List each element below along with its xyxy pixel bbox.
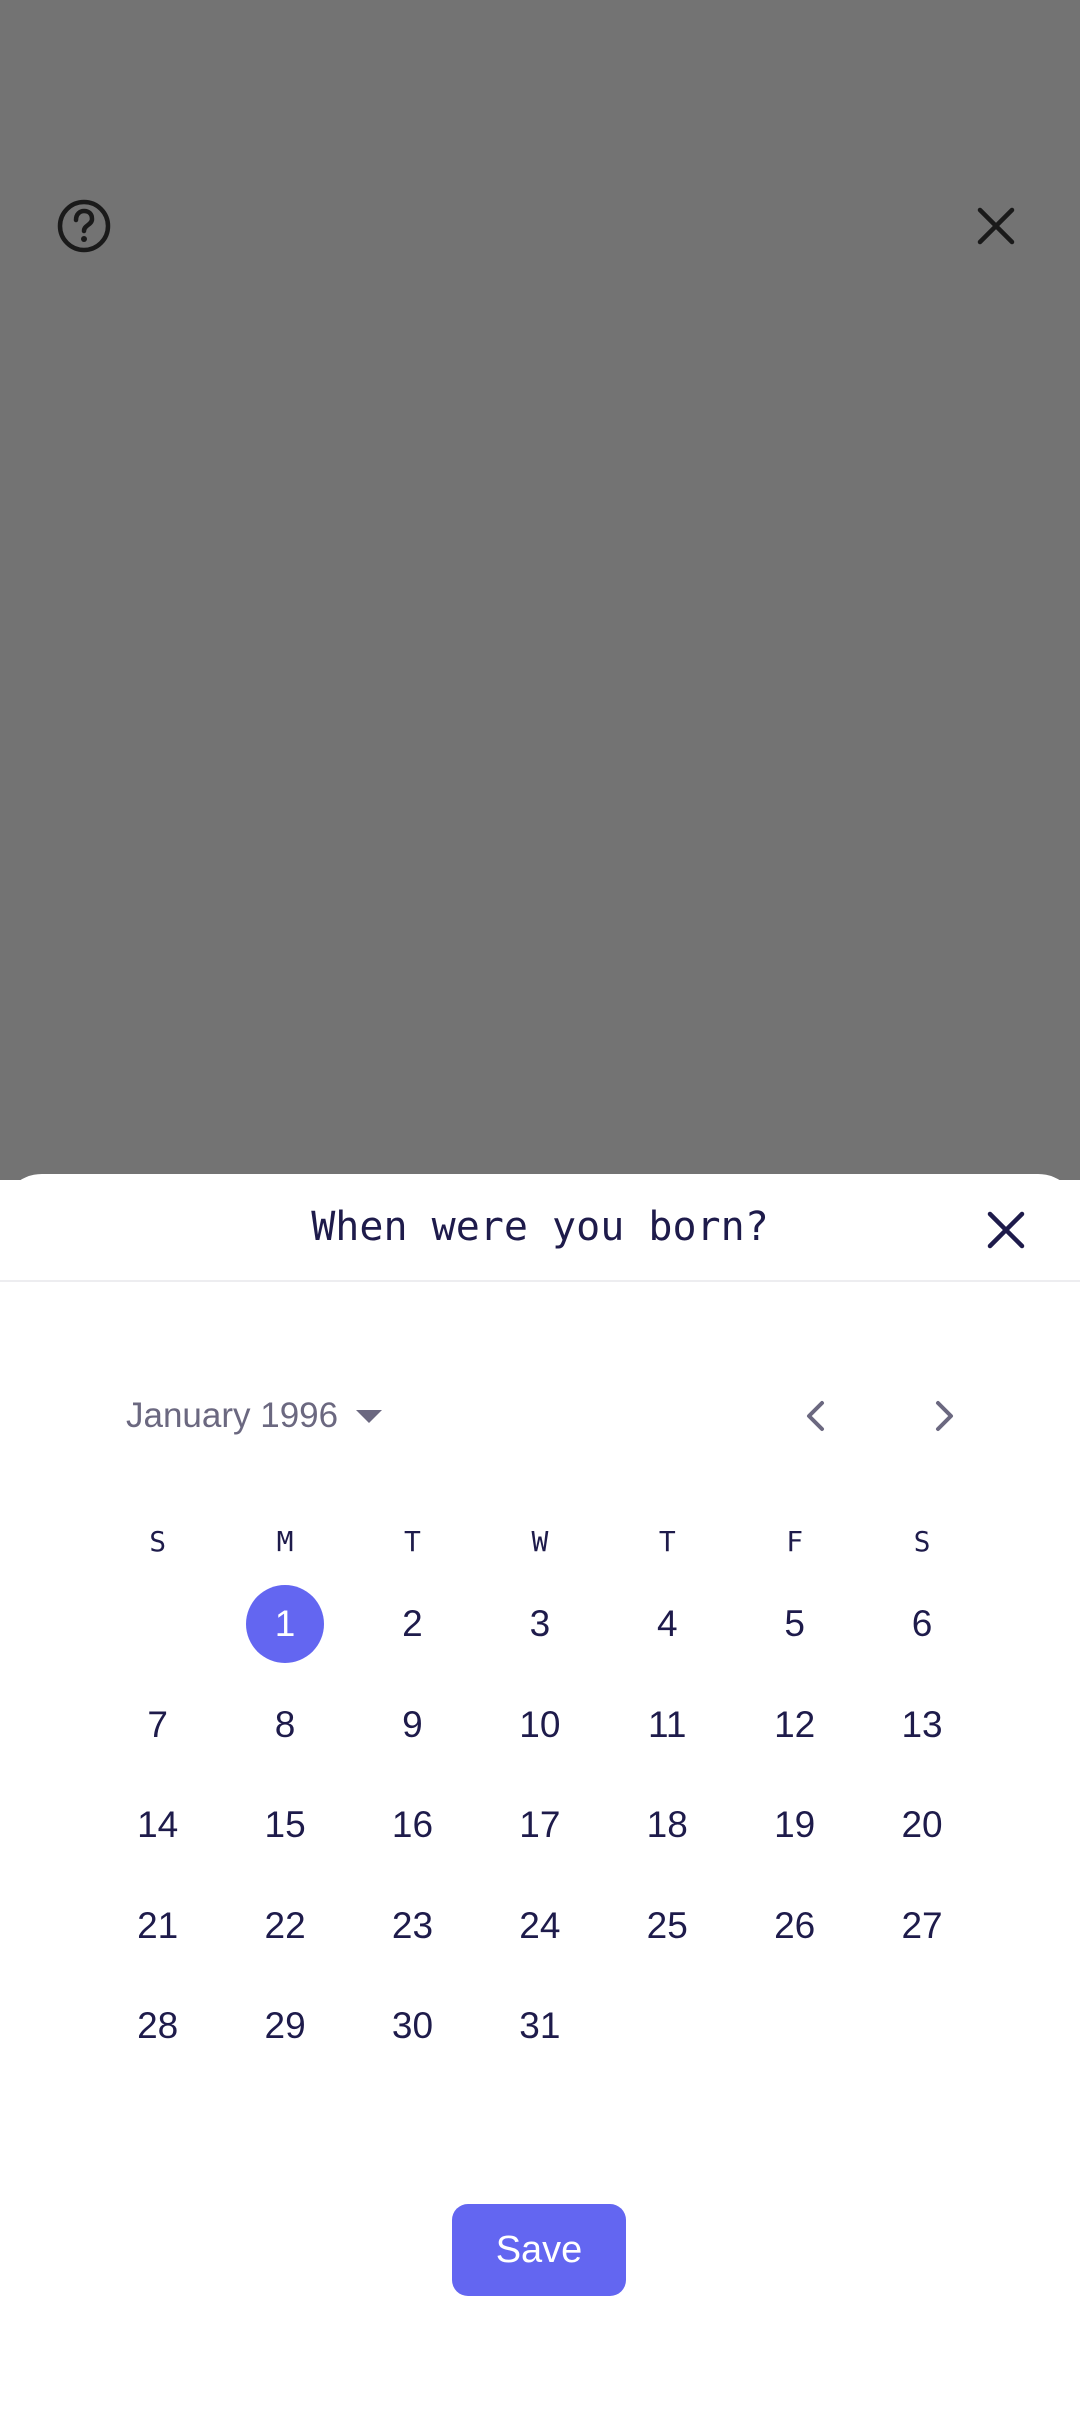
day-cell[interactable]: 22	[221, 1876, 348, 1977]
day-number: 9	[402, 1703, 423, 1745]
day-number: 5	[784, 1603, 805, 1645]
day-cell[interactable]: 26	[731, 1876, 858, 1977]
day-number: 29	[264, 2005, 306, 2047]
day-number: 13	[901, 1703, 943, 1745]
day-cell[interactable]: 9	[349, 1675, 476, 1776]
modal-backdrop[interactable]	[0, 0, 1080, 1180]
calendar-grid: S M T W T F S 1 2 3 4 5 6 7 8 9 10 11 12 13 14 15 16 17 18 19 20 21…	[94, 1508, 984, 2077]
day-cell[interactable]: 13	[858, 1675, 985, 1776]
day-number: 19	[774, 1804, 816, 1846]
weekday-header: T	[658, 1524, 676, 1558]
weekday-header: M	[276, 1524, 294, 1558]
day-number: 31	[519, 2005, 561, 2047]
day-number: 25	[646, 1904, 688, 1946]
day-number: 14	[137, 1804, 179, 1846]
month-year-label: January 1996	[126, 1396, 339, 1435]
day-cell[interactable]: 25	[604, 1876, 731, 1977]
day-number: 26	[774, 1904, 816, 1946]
day-cell[interactable]: 30	[349, 1976, 476, 2077]
weekday-header: F	[786, 1524, 804, 1558]
day-cell[interactable]: 12	[731, 1675, 858, 1776]
day-cell[interactable]: 21	[94, 1876, 221, 1977]
day-cell[interactable]: 23	[349, 1876, 476, 1977]
day-number: 24	[519, 1904, 561, 1946]
day-cell[interactable]: 15	[221, 1775, 348, 1876]
day-number: 16	[391, 1804, 434, 1846]
day-cell[interactable]: 28	[94, 1976, 221, 2077]
weekday-header: S	[913, 1524, 931, 1558]
day-number: 22	[264, 1904, 306, 1946]
weekday-header: W	[531, 1524, 549, 1558]
day-cell[interactable]: 8	[221, 1675, 348, 1776]
day-number: 10	[519, 1703, 561, 1745]
day-number: 21	[137, 1904, 179, 1946]
day-number: 4	[656, 1603, 678, 1645]
day-number: 15	[264, 1804, 306, 1846]
day-cell[interactable]: 19	[731, 1775, 858, 1876]
month-year-dropdown[interactable]: January 1996	[126, 1386, 383, 1446]
day-number: 17	[519, 1804, 561, 1846]
day-cell[interactable]: 5	[731, 1574, 858, 1675]
day-number: 27	[901, 1904, 943, 1946]
day-cell[interactable]: 14	[94, 1775, 221, 1876]
day-number: 3	[529, 1603, 551, 1645]
month-navigation: January 1996	[0, 1386, 1080, 1446]
help-icon[interactable]	[52, 194, 116, 258]
day-cell[interactable]: 3	[476, 1574, 603, 1675]
day-cell[interactable]: 17	[476, 1775, 603, 1876]
day-number: 18	[646, 1804, 688, 1846]
day-cell[interactable]: 4	[604, 1574, 731, 1675]
day-number: 11	[648, 1703, 687, 1745]
day-cell[interactable]: 18	[604, 1775, 731, 1876]
day-cell[interactable]: 29	[221, 1976, 348, 2077]
day-number: 28	[137, 2005, 179, 2047]
day-number: 7	[147, 1703, 168, 1745]
close-icon[interactable]	[964, 194, 1028, 258]
day-cell[interactable]: 7	[94, 1675, 221, 1776]
day-cell[interactable]: 20	[858, 1775, 985, 1876]
day-cell[interactable]: 11	[604, 1675, 731, 1776]
day-number: 8	[274, 1703, 296, 1745]
sheet-header: When were you born?	[0, 1174, 1080, 1282]
sheet-title: When were you born?	[311, 1204, 769, 1250]
day-number: 20	[901, 1804, 943, 1846]
day-cell[interactable]: 27	[858, 1876, 985, 1977]
day-number: 30	[391, 2005, 434, 2047]
day-number: 12	[774, 1703, 816, 1745]
close-icon[interactable]	[976, 1200, 1036, 1260]
day-cell[interactable]: 2	[349, 1574, 476, 1675]
day-cell[interactable]: 6	[858, 1574, 985, 1675]
day-number: 2	[402, 1603, 423, 1645]
empty-day-cell	[94, 1574, 221, 1675]
caret-down-icon	[356, 1409, 383, 1423]
day-number: 1	[246, 1585, 325, 1664]
weekday-header: T	[404, 1524, 421, 1558]
save-button[interactable]: Save	[452, 2204, 626, 2296]
day-cell[interactable]: 24	[476, 1876, 603, 1977]
day-number: 23	[391, 1904, 434, 1946]
day-cell[interactable]: 10	[476, 1675, 603, 1776]
chevron-right-icon[interactable]	[915, 1388, 971, 1444]
chevron-left-icon[interactable]	[789, 1388, 845, 1444]
day-cell[interactable]: 16	[349, 1775, 476, 1876]
selected-day-cell[interactable]: 1	[221, 1574, 348, 1675]
day-number: 6	[911, 1603, 933, 1645]
weekday-header: S	[149, 1524, 167, 1558]
date-picker-sheet: When were you born? January 1996 S M T W T F S…	[0, 1174, 1080, 2424]
day-cell[interactable]: 31	[476, 1976, 603, 2077]
